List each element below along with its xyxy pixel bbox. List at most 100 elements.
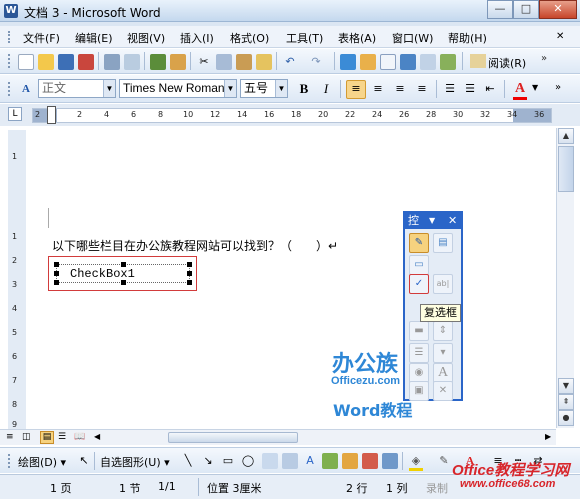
font-select[interactable]: Times New Roman ▼ <box>119 79 237 98</box>
diagram-icon[interactable] <box>322 453 338 469</box>
minimize-button[interactable]: — <box>487 0 513 19</box>
maximize-button[interactable]: □ <box>513 0 539 19</box>
insert-table-icon[interactable] <box>380 54 396 70</box>
vertical-ruler[interactable]: 1 1 2 3 4 5 6 7 8 9 <box>8 130 26 430</box>
textbox-tool-button[interactable]: ab| <box>433 274 453 294</box>
oval-icon[interactable]: ◯ <box>240 453 256 469</box>
paste-icon[interactable] <box>236 54 252 70</box>
toolbar-options-icon[interactable]: » <box>555 82 561 93</box>
properties-button[interactable]: ▤ <box>433 233 453 253</box>
toolbar-options-icon[interactable]: » <box>541 53 547 64</box>
menu-view[interactable]: 视图(V) <box>127 30 165 46</box>
line-icon[interactable]: ╲ <box>180 453 196 469</box>
close-icon[interactable]: ✕ <box>448 213 457 229</box>
chevron-down-icon[interactable]: ▼ <box>103 80 115 97</box>
print-preview-icon[interactable] <box>124 54 140 70</box>
chevron-down-icon[interactable]: ▼ <box>429 213 435 229</box>
font-color-button[interactable]: A <box>512 81 528 97</box>
checkbox-tool-button[interactable]: ✓ <box>409 274 429 294</box>
align-center-button[interactable]: ≡ <box>370 81 386 97</box>
menu-tools[interactable]: 工具(T) <box>286 30 323 46</box>
textbox-icon[interactable] <box>262 453 278 469</box>
chevron-down-icon[interactable]: ▼ <box>532 83 538 92</box>
justify-button[interactable]: ≡ <box>414 81 430 97</box>
outline-view-icon[interactable]: ☰ <box>58 432 66 442</box>
menu-file[interactable]: 文件(F) <box>23 30 60 46</box>
resize-handle[interactable] <box>121 262 126 267</box>
scroll-up-icon[interactable]: ▲ <box>558 128 574 144</box>
word-app-icon[interactable]: W <box>4 4 18 18</box>
resize-handle[interactable] <box>187 271 192 276</box>
columns-icon[interactable] <box>420 54 436 70</box>
vertical-textbox-icon[interactable] <box>282 453 298 469</box>
wordart-icon[interactable]: A <box>302 453 318 469</box>
select-objects-icon[interactable]: ↖ <box>76 453 92 469</box>
numbering-icon[interactable]: ☰ <box>442 81 458 97</box>
style-select[interactable]: 正文 ▼ <box>38 79 116 98</box>
horizontal-ruler[interactable]: 2 2 4 6 8 10 12 14 16 18 20 22 24 26 28 … <box>32 106 552 124</box>
grip-icon[interactable] <box>8 31 12 43</box>
select-browse-object-icon[interactable]: ● <box>558 410 574 426</box>
scroll-left-icon[interactable]: ◀ <box>94 432 100 441</box>
close-button[interactable]: ✕ <box>539 0 577 19</box>
format-painter-icon[interactable] <box>256 54 272 70</box>
menu-help[interactable]: 帮助(H) <box>448 30 487 46</box>
resize-handle[interactable] <box>54 262 59 267</box>
align-right-button[interactable]: ≡ <box>392 81 408 97</box>
palette-header[interactable]: 控 ▼ ✕ <box>405 213 461 229</box>
web-view-icon[interactable]: ◫ <box>22 432 31 442</box>
more-controls-button[interactable]: ✕ <box>433 381 453 401</box>
draw-menu[interactable]: 绘图(D) ▾ <box>18 454 66 470</box>
indent-marker-icon[interactable] <box>47 106 56 124</box>
open-folder-icon[interactable] <box>38 54 54 70</box>
resize-handle[interactable] <box>54 271 59 276</box>
decrease-indent-icon[interactable]: ⇤ <box>482 81 498 97</box>
autoshapes-menu[interactable]: 自选图形(U) ▾ <box>100 454 170 470</box>
scrollbar-tool-button[interactable]: ▬ <box>409 321 429 341</box>
tables-borders-icon[interactable] <box>360 54 376 70</box>
resize-handle[interactable] <box>187 262 192 267</box>
scroll-right-icon[interactable]: ▶ <box>545 432 551 441</box>
save-icon[interactable] <box>58 54 74 70</box>
status-record[interactable]: 录制 <box>426 480 448 496</box>
normal-view-icon[interactable]: ≡ <box>6 432 14 442</box>
print-layout-view-icon[interactable]: ▤ <box>40 431 54 444</box>
horizontal-scroll-thumb[interactable] <box>168 432 298 443</box>
redo-icon[interactable]: ↷ <box>308 54 324 70</box>
research-icon[interactable] <box>170 54 186 70</box>
arrow-icon[interactable]: ↘ <box>200 453 216 469</box>
menu-format[interactable]: 格式(O) <box>230 30 269 46</box>
new-document-icon[interactable] <box>18 54 34 70</box>
previous-page-icon[interactable]: ⇞ <box>558 394 574 410</box>
bold-button[interactable]: B <box>296 81 312 97</box>
chevron-down-icon[interactable]: ▼ <box>224 80 236 97</box>
resize-handle[interactable] <box>121 280 126 285</box>
grip-icon[interactable] <box>8 54 12 68</box>
scroll-down-icon[interactable]: ▼ <box>558 378 574 394</box>
font-size-select[interactable]: 五号 ▼ <box>240 79 288 98</box>
scroll-thumb[interactable] <box>558 146 574 192</box>
reading-view-icon[interactable]: 📖 <box>74 432 85 442</box>
listbox-tool-button[interactable]: ☰ <box>409 343 429 363</box>
menu-insert[interactable]: 插入(I) <box>180 30 214 46</box>
hyperlink-icon[interactable] <box>340 54 356 70</box>
clipart-icon[interactable] <box>342 453 358 469</box>
menu-close-icon[interactable]: ✕ <box>556 31 564 42</box>
copy-icon[interactable] <box>216 54 232 70</box>
picture-icon[interactable] <box>362 453 378 469</box>
insert-excel-icon[interactable] <box>400 54 416 70</box>
rectangle-icon[interactable]: ▭ <box>220 453 236 469</box>
resize-handle[interactable] <box>54 280 59 285</box>
italic-button[interactable]: I <box>318 81 334 97</box>
spin-tool-button[interactable]: ⇕ <box>433 321 453 341</box>
align-left-button[interactable]: ≡ <box>346 80 366 99</box>
combobox-tool-button[interactable]: ▾ <box>433 343 453 363</box>
line-color-icon[interactable]: ✎ <box>436 453 452 469</box>
read-button[interactable]: 阅读(R) <box>488 55 526 71</box>
drawing-icon[interactable] <box>440 54 456 70</box>
fill-color-icon[interactable]: ◈ <box>408 453 424 469</box>
spelling-icon[interactable] <box>150 54 166 70</box>
grip-icon[interactable] <box>8 454 12 468</box>
cut-icon[interactable]: ✂ <box>196 54 212 70</box>
permission-icon[interactable] <box>78 54 94 70</box>
